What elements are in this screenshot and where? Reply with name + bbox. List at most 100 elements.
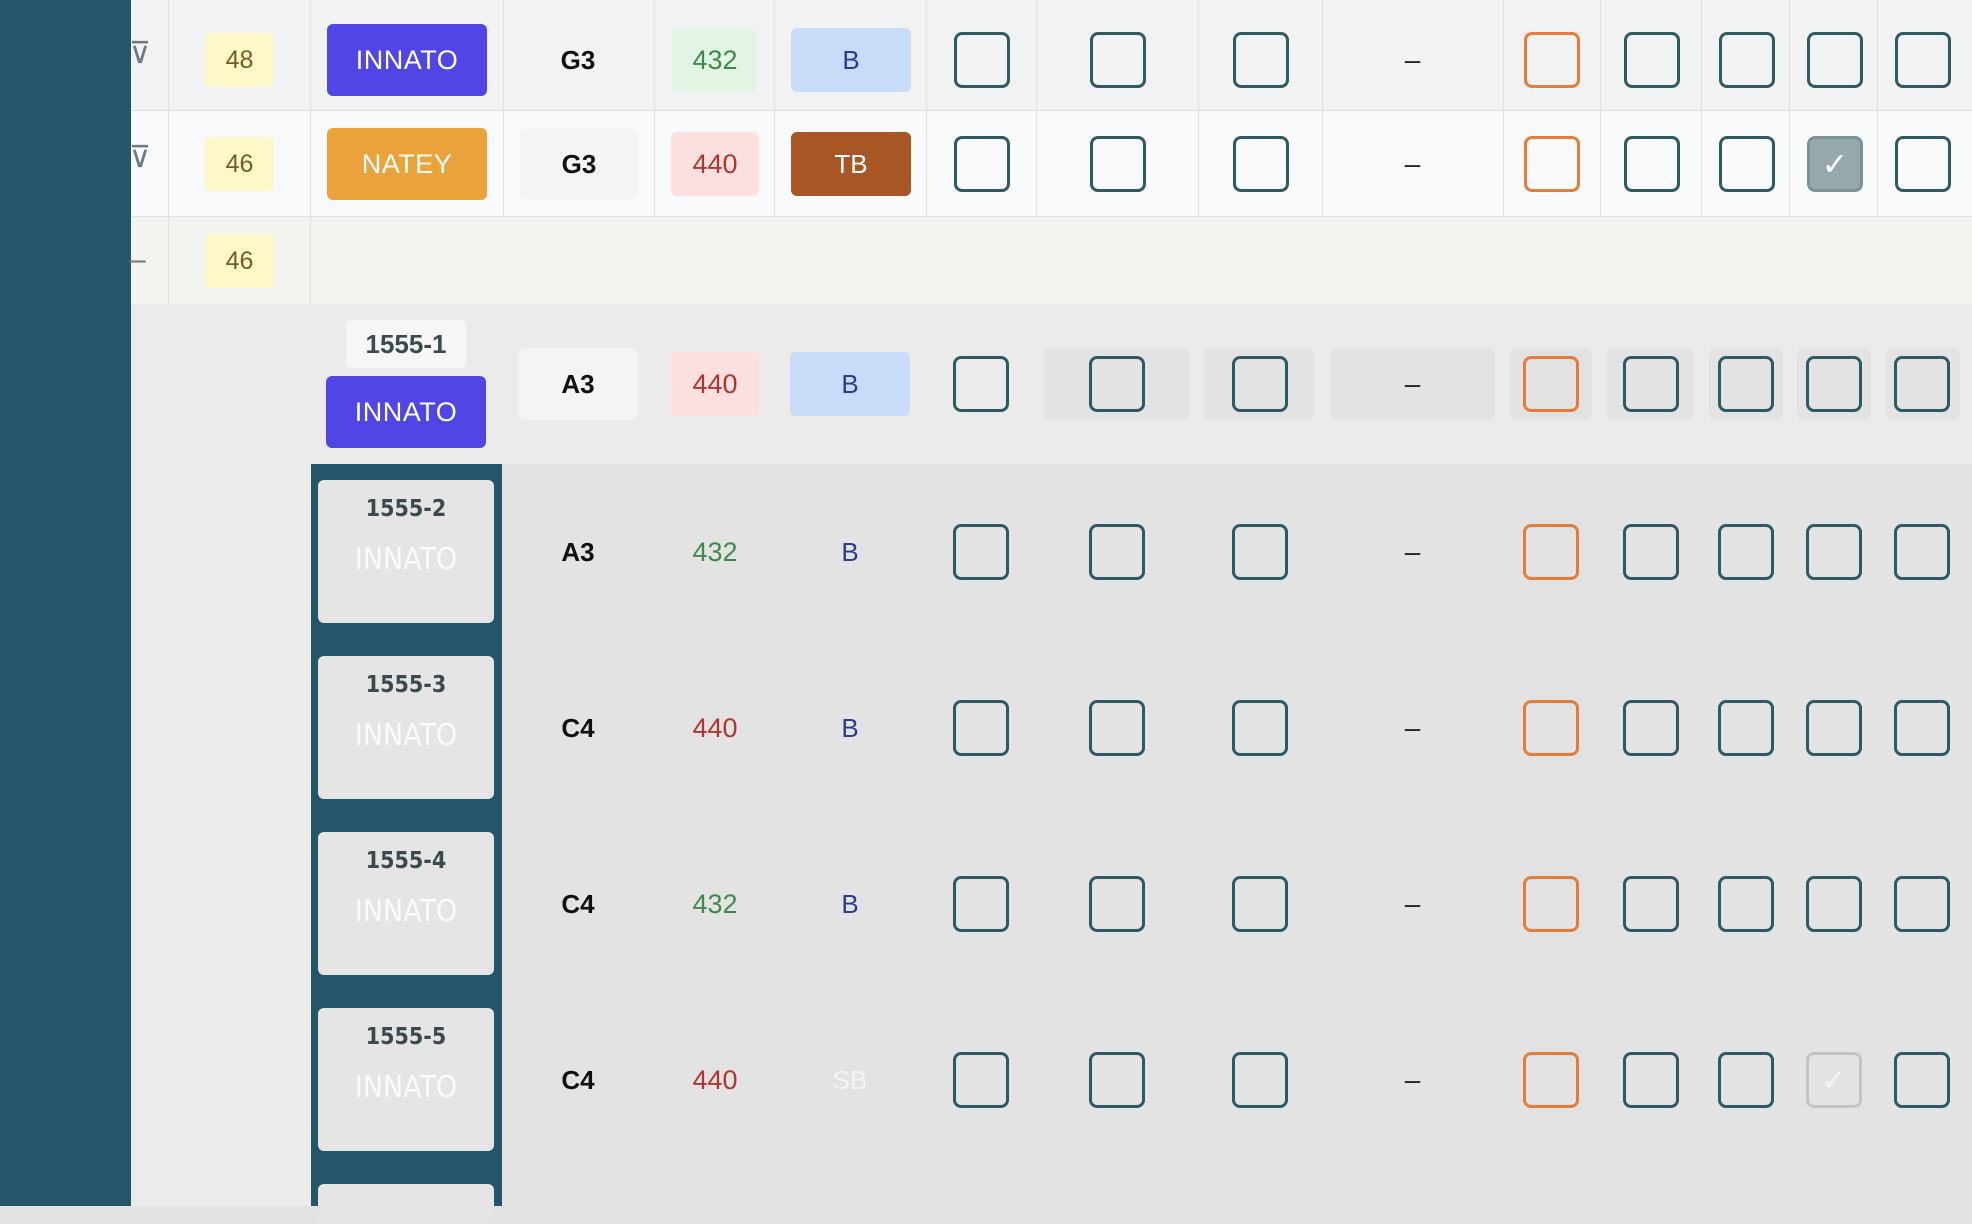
variant-code: 1555-3	[365, 672, 447, 698]
dash-icon: –	[129, 243, 146, 276]
note-label: G3	[560, 44, 596, 75]
checkbox-orange[interactable]	[1523, 876, 1579, 932]
expanded-gutter	[131, 304, 311, 1206]
empty-value-dash: –	[1404, 712, 1421, 743]
type-badge: B	[790, 352, 910, 416]
order-number-badge: 46	[205, 234, 274, 288]
checkbox[interactable]	[1895, 136, 1951, 192]
checkbox[interactable]	[1232, 524, 1288, 580]
checkbox[interactable]	[1718, 356, 1774, 412]
checkbox[interactable]	[1894, 700, 1950, 756]
checkbox[interactable]	[1806, 876, 1862, 932]
variant-brand: INNATO	[354, 1070, 458, 1105]
type-label: B	[841, 536, 859, 567]
checkbox[interactable]	[1232, 700, 1288, 756]
brand-badge[interactable]: NATEY	[327, 128, 487, 200]
checkbox[interactable]	[1895, 32, 1951, 88]
checkbox[interactable]	[1623, 700, 1679, 756]
note-label: C4	[561, 712, 595, 743]
variant-card[interactable]: 1555-2 INNATO	[318, 480, 494, 623]
checkbox[interactable]	[1089, 1052, 1145, 1108]
left-sidebar	[0, 0, 131, 1206]
checkbox[interactable]	[954, 136, 1010, 192]
check-icon: ✓	[1821, 146, 1849, 182]
filter-icon[interactable]: ⊽	[129, 140, 151, 175]
checkbox-orange[interactable]	[1523, 356, 1579, 412]
checkbox[interactable]	[1718, 700, 1774, 756]
variant-card[interactable]: 1555-5 INNATO	[318, 1008, 494, 1151]
checkbox[interactable]	[953, 1052, 1009, 1108]
checkbox[interactable]	[1806, 700, 1862, 756]
checkbox[interactable]	[1090, 32, 1146, 88]
checkbox[interactable]	[1089, 356, 1145, 412]
checkbox[interactable]	[1089, 524, 1145, 580]
checkbox[interactable]	[1623, 524, 1679, 580]
checkbox[interactable]	[1232, 1052, 1288, 1108]
checkbox[interactable]	[1233, 32, 1289, 88]
checkbox[interactable]	[1233, 136, 1289, 192]
type-badge: TB	[791, 132, 911, 196]
note-label: A3	[518, 348, 638, 420]
checkbox[interactable]	[1894, 876, 1950, 932]
note-label: A3	[561, 536, 595, 567]
checkbox-orange[interactable]	[1524, 32, 1580, 88]
type-label: B	[841, 888, 859, 919]
tuning-label: 440	[671, 352, 759, 416]
checkbox[interactable]	[953, 356, 1009, 412]
order-number-badge: 46	[205, 137, 274, 191]
checkbox-orange[interactable]	[1523, 524, 1579, 580]
checkbox[interactable]	[1623, 876, 1679, 932]
variant-card[interactable]	[318, 1184, 494, 1224]
checkbox[interactable]	[1623, 356, 1679, 412]
checkbox[interactable]	[953, 524, 1009, 580]
variant-code: 1555-4	[365, 848, 447, 874]
checkbox[interactable]	[1718, 876, 1774, 932]
checkbox-orange[interactable]	[1523, 1052, 1579, 1108]
checkbox-orange[interactable]	[1523, 700, 1579, 756]
checkbox[interactable]	[1090, 136, 1146, 192]
checkbox-orange[interactable]	[1524, 136, 1580, 192]
tuning-label: 440	[692, 712, 738, 743]
empty-value-dash: –	[1404, 1064, 1421, 1095]
type-badge: B	[791, 28, 911, 92]
checkbox[interactable]	[953, 876, 1009, 932]
item-code-label: 1555-1	[346, 320, 466, 368]
empty-value-dash: –	[1404, 888, 1421, 919]
filter-icon[interactable]: ⊽	[129, 36, 151, 71]
checkbox-checked-disabled[interactable]: ✓	[1806, 1052, 1862, 1108]
checkbox-checked[interactable]: ✓	[1807, 136, 1863, 192]
checkbox[interactable]	[1894, 356, 1950, 412]
checkbox[interactable]	[954, 32, 1010, 88]
checkbox[interactable]	[953, 700, 1009, 756]
checkbox[interactable]	[1719, 32, 1775, 88]
type-label: SB	[832, 1064, 868, 1095]
checkbox[interactable]	[1894, 524, 1950, 580]
checkbox[interactable]	[1806, 524, 1862, 580]
table-row[interactable]	[131, 217, 1972, 304]
checkbox[interactable]	[1624, 136, 1680, 192]
checkbox[interactable]	[1719, 136, 1775, 192]
empty-value-dash: –	[1330, 348, 1495, 420]
variant-card[interactable]: 1555-3 INNATO	[318, 656, 494, 799]
checkbox[interactable]	[1807, 32, 1863, 88]
variant-code: 1555-2	[365, 496, 447, 522]
brand-badge[interactable]: INNATO	[326, 376, 486, 448]
variant-brand: INNATO	[354, 542, 458, 577]
checkbox[interactable]	[1089, 700, 1145, 756]
checkbox[interactable]	[1623, 1052, 1679, 1108]
variant-brand: INNATO	[354, 718, 458, 753]
checkbox[interactable]	[1232, 356, 1288, 412]
tuning-label: 432	[673, 28, 757, 92]
checkbox[interactable]	[1718, 524, 1774, 580]
check-icon: ✓	[1820, 1062, 1848, 1098]
checkbox[interactable]	[1894, 1052, 1950, 1108]
tuning-label: 440	[671, 132, 759, 196]
variant-card[interactable]: 1555-4 INNATO	[318, 832, 494, 975]
checkbox[interactable]	[1089, 876, 1145, 932]
checkbox[interactable]	[1624, 32, 1680, 88]
brand-badge[interactable]: INNATO	[327, 24, 487, 96]
type-label: B	[841, 712, 859, 743]
checkbox[interactable]	[1718, 1052, 1774, 1108]
checkbox[interactable]	[1806, 356, 1862, 412]
checkbox[interactable]	[1232, 876, 1288, 932]
